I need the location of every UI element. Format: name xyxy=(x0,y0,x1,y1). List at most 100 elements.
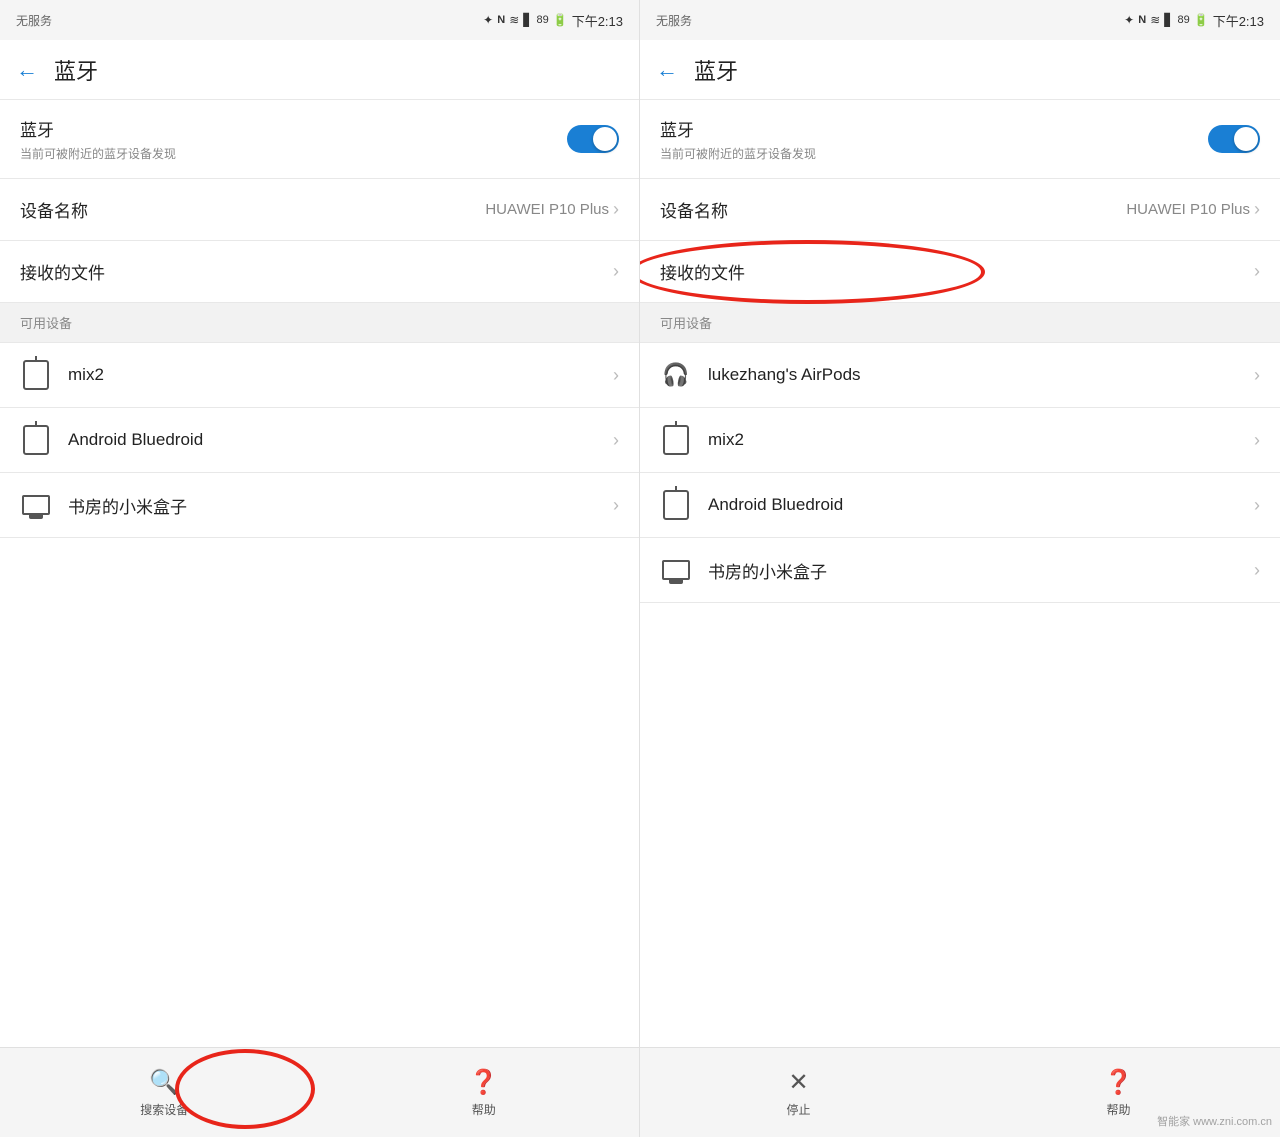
battery-text-left: 89 xyxy=(536,14,548,26)
help-icon-left: ❓ xyxy=(469,1068,499,1097)
available-label-left: 可用设备 xyxy=(20,316,72,331)
headphone-icon-airpods: 🎧 xyxy=(660,359,692,391)
received-files-label-left: 接收的文件 xyxy=(20,259,105,284)
page-title-left: 蓝牙 xyxy=(54,54,98,86)
device-item-bluedroid-left[interactable]: Android Bluedroid › xyxy=(0,408,639,473)
right-phone-panel: 无服务 ✦ N ≋ ▋ 89 🔋 下午2:13 ← 蓝牙 蓝牙 当前可被附近的蓝… xyxy=(640,0,1280,1137)
bottom-bar-left: 🔍 搜索设备 ❓ 帮助 xyxy=(0,1047,639,1137)
back-button-right[interactable]: ← xyxy=(656,57,678,83)
wifi-icon-left: ≋ xyxy=(509,13,519,27)
status-time-left: 下午2:13 xyxy=(572,11,623,30)
wifi-icon-right: ≋ xyxy=(1150,13,1160,27)
chevron-icon-files-right: › xyxy=(1254,261,1260,282)
chevron-icon-device-left: › xyxy=(613,199,619,220)
tablet-icon-mix2-left xyxy=(20,359,52,391)
chevron-mibox-right: › xyxy=(1254,560,1260,581)
device-name-mibox-left: 书房的小米盒子 xyxy=(68,493,187,518)
help-button-left[interactable]: ❓ 帮助 xyxy=(449,1060,519,1126)
bluetooth-text-left: 蓝牙 当前可被附近的蓝牙设备发现 xyxy=(20,116,176,162)
stop-icon: ✕ xyxy=(788,1068,808,1097)
chevron-icon-device-right: › xyxy=(1254,199,1260,220)
device-item-mix2-left[interactable]: mix2 › xyxy=(0,343,639,408)
status-no-service-left: 无服务 xyxy=(16,12,52,29)
chevron-icon-files-left: › xyxy=(613,261,619,282)
device-name-mibox-right: 书房的小米盒子 xyxy=(708,558,827,583)
chevron-airpods: › xyxy=(1254,365,1260,386)
help-label-right: 帮助 xyxy=(1107,1101,1131,1118)
tv-icon-mibox-right xyxy=(660,554,692,586)
chevron-bluedroid-right: › xyxy=(1254,495,1260,516)
battery-icon-left: 🔋 xyxy=(553,13,568,27)
battery-icon-right: 🔋 xyxy=(1194,13,1209,27)
tv-icon-mibox-left xyxy=(20,489,52,521)
status-right-right: ✦ N ≋ ▋ 89 🔋 下午2:13 xyxy=(1124,11,1264,30)
chevron-mix2-right: › xyxy=(1254,430,1260,451)
nfc-icon-left: N xyxy=(497,14,505,26)
status-right-left: ✦ N ≋ ▋ 89 🔋 下午2:13 xyxy=(483,11,623,30)
tablet-icon-bluedroid-right xyxy=(660,489,692,521)
help-label-left: 帮助 xyxy=(472,1101,496,1118)
device-name-mix2-right: mix2 xyxy=(708,430,744,450)
device-name-right-right: HUAWEI P10 Plus › xyxy=(1126,199,1260,220)
bluetooth-label-left: 蓝牙 xyxy=(20,116,176,141)
stop-button[interactable]: ✕ 停止 xyxy=(767,1060,831,1126)
bluetooth-sublabel-left: 当前可被附近的蓝牙设备发现 xyxy=(20,145,176,162)
received-files-label-right: 接收的文件 xyxy=(660,259,745,284)
bluetooth-toggle-left[interactable] xyxy=(567,125,619,153)
page-title-right: 蓝牙 xyxy=(694,54,738,86)
chevron-mibox-left: › xyxy=(613,495,619,516)
device-name-right-left: HUAWEI P10 Plus › xyxy=(485,199,619,220)
header-left: ← 蓝牙 xyxy=(0,40,639,100)
bluetooth-label-right: 蓝牙 xyxy=(660,116,816,141)
bluetooth-section-left: 蓝牙 当前可被附近的蓝牙设备发现 xyxy=(0,100,639,179)
available-section-right: 可用设备 xyxy=(640,303,1280,343)
device-item-mibox-right[interactable]: 书房的小米盒子 › xyxy=(640,538,1280,603)
device-item-mix2-right[interactable]: mix2 › xyxy=(640,408,1280,473)
search-device-label: 搜索设备 xyxy=(140,1101,188,1118)
help-button-right[interactable]: ❓ 帮助 xyxy=(1084,1060,1154,1126)
signal-icon-left: ▋ xyxy=(523,13,532,27)
device-item-mibox-left[interactable]: 书房的小米盒子 › xyxy=(0,473,639,538)
device-name-bluedroid-right: Android Bluedroid xyxy=(708,495,843,515)
nfc-icon-right: N xyxy=(1138,14,1146,26)
watermark: 智能家 www.zni.com.cn xyxy=(1157,1113,1272,1129)
status-time-right: 下午2:13 xyxy=(1213,11,1264,30)
status-no-service-right: 无服务 xyxy=(656,12,692,29)
search-icon: 🔍 xyxy=(149,1068,179,1097)
signal-icon-right: ▋ xyxy=(1164,13,1173,27)
bluetooth-toggle-right[interactable] xyxy=(1208,125,1260,153)
device-name-airpods: lukezhang's AirPods xyxy=(708,365,861,385)
device-name-label-right: 设备名称 xyxy=(660,197,728,222)
help-icon-right: ❓ xyxy=(1104,1068,1134,1097)
bluetooth-section-right: 蓝牙 当前可被附近的蓝牙设备发现 xyxy=(640,100,1280,179)
bt-icon-right: ✦ xyxy=(1124,13,1134,27)
available-label-right: 可用设备 xyxy=(660,316,712,331)
received-files-row-right[interactable]: 接收的文件 › xyxy=(640,241,1280,303)
status-bar-right: 无服务 ✦ N ≋ ▋ 89 🔋 下午2:13 xyxy=(640,0,1280,40)
chevron-bluedroid-left: › xyxy=(613,430,619,451)
available-section-left: 可用设备 xyxy=(0,303,639,343)
device-name-label-left: 设备名称 xyxy=(20,197,88,222)
bluetooth-text-right: 蓝牙 当前可被附近的蓝牙设备发现 xyxy=(660,116,816,162)
search-device-button[interactable]: 🔍 搜索设备 xyxy=(120,1060,208,1126)
header-right: ← 蓝牙 xyxy=(640,40,1280,100)
received-files-row-left[interactable]: 接收的文件 › xyxy=(0,241,639,303)
device-name-bluedroid-left: Android Bluedroid xyxy=(68,430,203,450)
tablet-icon-bluedroid-left xyxy=(20,424,52,456)
left-phone-panel: 无服务 ✦ N ≋ ▋ 89 🔋 下午2:13 ← 蓝牙 蓝牙 当前可被附近的蓝… xyxy=(0,0,640,1137)
battery-text-right: 89 xyxy=(1177,14,1189,26)
device-name-mix2-left: mix2 xyxy=(68,365,104,385)
bt-icon-left: ✦ xyxy=(483,13,493,27)
back-button-left[interactable]: ← xyxy=(16,57,38,83)
bluetooth-sublabel-right: 当前可被附近的蓝牙设备发现 xyxy=(660,145,816,162)
bottom-bar-right: ✕ 停止 ❓ 帮助 智能家 www.zni.com.cn xyxy=(640,1047,1280,1137)
stop-label: 停止 xyxy=(787,1101,811,1118)
device-name-row-right[interactable]: 设备名称 HUAWEI P10 Plus › xyxy=(640,179,1280,241)
device-name-value-left: HUAWEI P10 Plus xyxy=(485,201,609,218)
content-right: 蓝牙 当前可被附近的蓝牙设备发现 设备名称 HUAWEI P10 Plus › … xyxy=(640,100,1280,1047)
device-item-bluedroid-right[interactable]: Android Bluedroid › xyxy=(640,473,1280,538)
device-name-row-left[interactable]: 设备名称 HUAWEI P10 Plus › xyxy=(0,179,639,241)
device-item-airpods[interactable]: 🎧 lukezhang's AirPods › xyxy=(640,343,1280,408)
status-bar-left: 无服务 ✦ N ≋ ▋ 89 🔋 下午2:13 xyxy=(0,0,639,40)
tablet-icon-mix2-right xyxy=(660,424,692,456)
